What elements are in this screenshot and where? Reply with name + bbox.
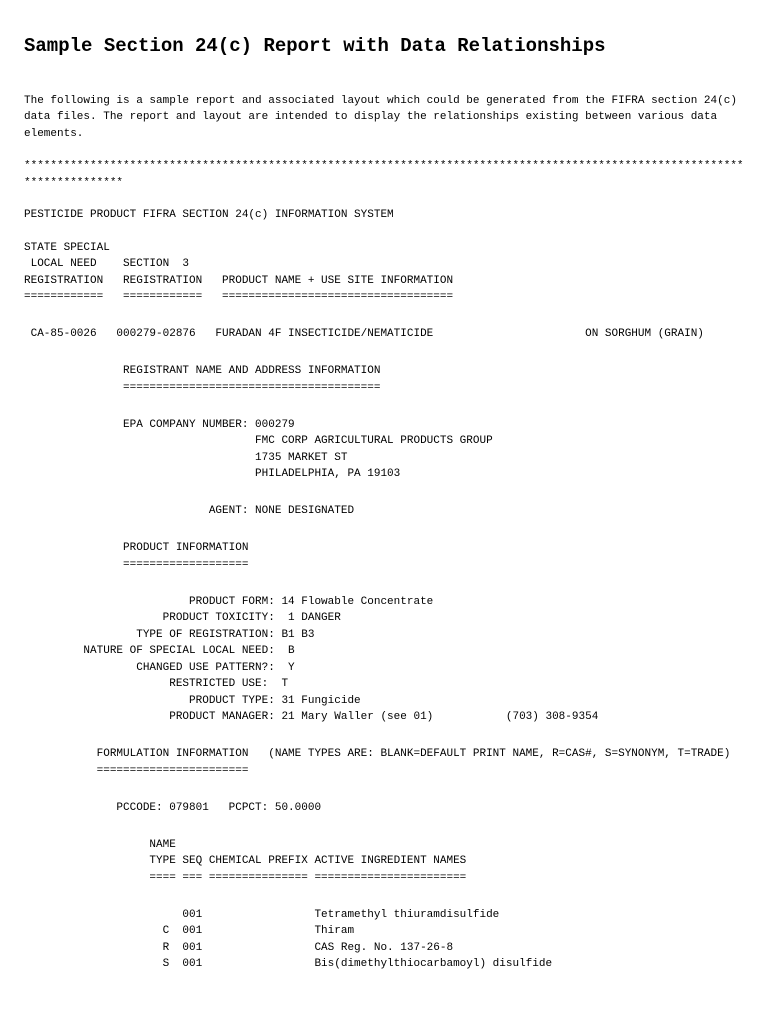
system-title: PESTICIDE PRODUCT FIFRA SECTION 24(c) IN… <box>24 207 746 224</box>
registrant-header: REGISTRANT NAME AND ADDRESS INFORMATION … <box>24 363 746 396</box>
pccode-line: PCCODE: 079801 PCPCT: 50.0000 <box>24 800 746 817</box>
intro-paragraph: The following is a sample report and ass… <box>24 93 746 143</box>
asterisk-divider: ****************************************… <box>24 158 746 191</box>
ingredients-list: 001 Tetramethyl thiuramdisulfide C 001 T… <box>24 907 746 973</box>
product-info: PRODUCT FORM: 14 Flowable Concentrate PR… <box>24 594 746 726</box>
registrant-info: EPA COMPANY NUMBER: 000279 FMC CORP AGRI… <box>24 417 746 483</box>
product-header: PRODUCT INFORMATION =================== <box>24 540 746 573</box>
ingredients-header: NAME TYPE SEQ CHEMICAL PREFIX ACTIVE ING… <box>24 837 746 887</box>
registration-data-row: CA-85-0026 000279-02876 FURADAN 4F INSEC… <box>24 326 746 343</box>
page-title: Sample Section 24(c) Report with Data Re… <box>24 32 746 61</box>
column-header-block: STATE SPECIAL LOCAL NEED SECTION 3 REGIS… <box>24 240 746 306</box>
agent-info: AGENT: NONE DESIGNATED <box>24 503 746 520</box>
formulation-header: FORMULATION INFORMATION (NAME TYPES ARE:… <box>24 746 746 779</box>
